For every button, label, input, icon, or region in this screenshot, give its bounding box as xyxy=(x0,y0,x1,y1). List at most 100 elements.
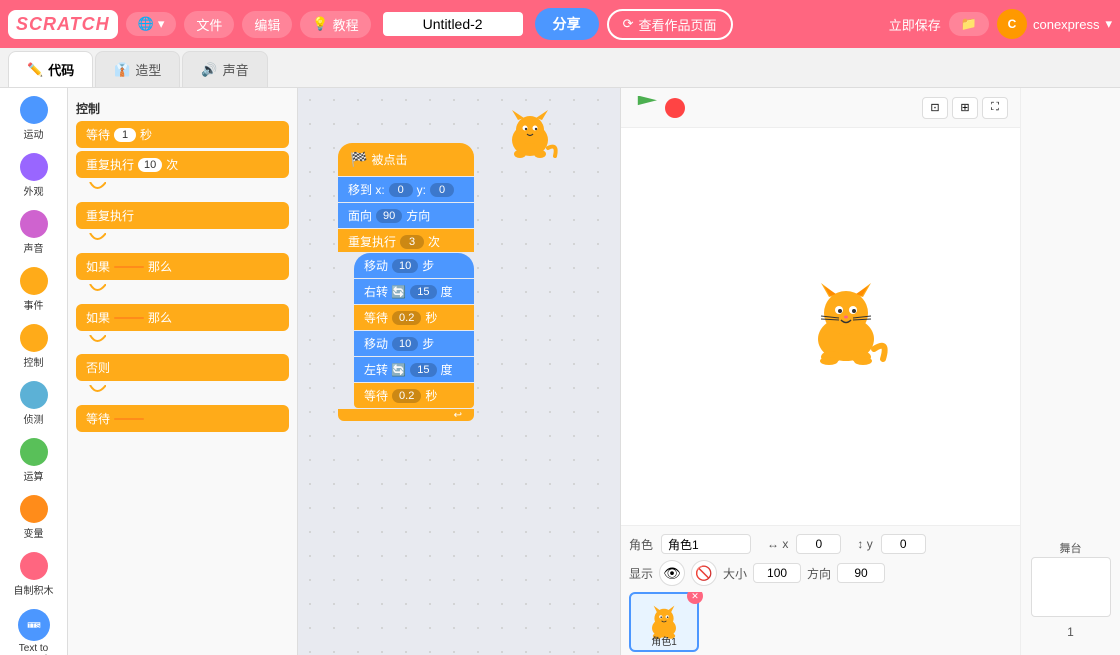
category-sound-label: 声音 xyxy=(24,240,44,255)
goto-x-val[interactable]: 0 xyxy=(389,183,413,197)
view-project-button[interactable]: ⟳ 查看作品页面 xyxy=(607,9,733,40)
tutorial-btn[interactable]: 💡 教程 xyxy=(300,11,370,38)
category-sensing[interactable]: 侦测 xyxy=(3,377,65,430)
stage-info: 角色 ↔ x ↕ y 显示 👁 🚫 大小 方向 ✕ xyxy=(621,525,1020,655)
costume-icon: 👔 xyxy=(114,62,130,78)
stage-fullscreen-btn[interactable]: ⛶ xyxy=(982,97,1008,119)
face-dir-val[interactable]: 90 xyxy=(376,209,402,223)
turn-l-val[interactable]: 15 xyxy=(410,363,436,377)
share-button[interactable]: 分享 xyxy=(535,8,599,40)
globe-menu[interactable]: 🌐 ▾ xyxy=(126,12,177,36)
sprite-delete-btn[interactable]: ✕ xyxy=(687,592,703,604)
if-else-condition[interactable] xyxy=(114,317,144,319)
file-menu[interactable]: 文件 xyxy=(184,11,234,38)
tutorial-icon: 💡 xyxy=(312,16,328,32)
tabs-row: ✏️ 代码 👔 造型 🔊 声音 xyxy=(0,48,1120,88)
tab-sound-label: 声音 xyxy=(223,60,249,79)
project-title-input[interactable] xyxy=(383,12,523,36)
sb-move1[interactable]: 移动 10 步 xyxy=(354,253,474,278)
face-unit: 方向 xyxy=(406,207,430,224)
wait2-unit: 秒 xyxy=(425,387,437,404)
show-eye-button[interactable]: 👁 xyxy=(659,560,685,586)
edit-menu[interactable]: 编辑 xyxy=(242,11,292,38)
sb-face-dir[interactable]: 面向 90 方向 xyxy=(338,203,474,228)
block-forever[interactable]: 重复执行 xyxy=(76,202,289,229)
username-label: conexpress xyxy=(1033,17,1099,32)
y-coord-input[interactable] xyxy=(881,534,926,554)
script-area[interactable]: 🏁 被点击 移到 x: 0 y: 0 面向 90 方向 重复执行 3 次 xyxy=(298,88,620,655)
wait-unit: 秒 xyxy=(140,126,152,143)
goto-y-val[interactable]: 0 xyxy=(430,183,454,197)
tab-sound[interactable]: 🔊 声音 xyxy=(182,51,267,87)
hide-button[interactable]: 🚫 xyxy=(691,560,717,586)
move2-unit: 步 xyxy=(422,335,434,352)
category-variables[interactable]: 变量 xyxy=(3,491,65,544)
looks-circle xyxy=(20,153,48,181)
category-control[interactable]: 控制 xyxy=(3,320,65,373)
green-flag-button[interactable] xyxy=(633,96,657,120)
block-else[interactable]: 否则 xyxy=(76,354,289,381)
move1-val[interactable]: 10 xyxy=(392,259,418,273)
block-wait[interactable]: 等待 1 秒 xyxy=(76,121,289,148)
sprite-thumb-1[interactable]: ✕ 角色1 xyxy=(629,592,699,652)
wait1-val[interactable]: 0.2 xyxy=(392,311,421,325)
size-input[interactable] xyxy=(753,563,801,583)
stage-canvas[interactable] xyxy=(621,128,1020,525)
if-else-label: 如果 xyxy=(86,309,110,326)
dir-label: 方向 xyxy=(807,565,831,582)
category-operators[interactable]: 运算 xyxy=(3,434,65,487)
category-motion[interactable]: 运动 xyxy=(3,92,65,145)
script-blocks: 🏁 被点击 移到 x: 0 y: 0 面向 90 方向 重复执行 3 次 xyxy=(338,143,474,421)
category-custom[interactable]: 自制积木 xyxy=(3,548,65,601)
wait2-val[interactable]: 0.2 xyxy=(392,389,421,403)
sb-goto-xy[interactable]: 移到 x: 0 y: 0 xyxy=(338,177,474,202)
svg-text:TTS: TTS xyxy=(28,623,40,630)
sb-repeat-top[interactable]: 重复执行 3 次 xyxy=(338,229,474,252)
tab-costume[interactable]: 👔 造型 xyxy=(95,51,180,87)
palette-control-title: 控制 xyxy=(76,100,289,117)
if-then: 那么 xyxy=(148,258,172,275)
block-if[interactable]: 如果 那么 xyxy=(76,253,289,280)
sb-turn-right[interactable]: 右转 🔄 15 度 xyxy=(354,279,474,304)
wait1-unit: 秒 xyxy=(425,309,437,326)
category-operators-label: 运算 xyxy=(24,468,44,483)
wait-val[interactable]: 1 xyxy=(114,128,136,142)
turn-r-val[interactable]: 15 xyxy=(410,285,436,299)
save-button[interactable]: 立即保存 xyxy=(889,15,941,34)
sb-move2[interactable]: 移动 10 步 xyxy=(354,331,474,356)
block-if-else[interactable]: 如果 那么 xyxy=(76,304,289,331)
background-thumb[interactable] xyxy=(1031,557,1111,617)
tab-code-label: 代码 xyxy=(48,60,74,79)
move2-val[interactable]: 10 xyxy=(392,337,418,351)
category-sensing-label: 侦测 xyxy=(24,411,44,426)
sb-when-flag[interactable]: 🏁 被点击 xyxy=(338,143,474,176)
tab-code[interactable]: ✏️ 代码 xyxy=(8,51,93,87)
repeat3-val[interactable]: 3 xyxy=(400,235,424,249)
stage-controls: ⊡ ⊞ ⛶ xyxy=(621,88,1020,128)
stop-button[interactable] xyxy=(665,98,685,118)
wait-condition[interactable] xyxy=(114,418,144,420)
stage-small-btn[interactable]: ⊡ xyxy=(922,97,948,119)
block-wait-until[interactable]: 等待 xyxy=(76,405,289,432)
folder-button[interactable]: 📁 xyxy=(949,12,989,36)
category-looks[interactable]: 外观 xyxy=(3,149,65,202)
if-condition[interactable] xyxy=(114,266,144,268)
repeat3-label: 重复执行 xyxy=(348,233,396,250)
category-sound[interactable]: 声音 xyxy=(3,206,65,259)
sb-wait1[interactable]: 等待 0.2 秒 xyxy=(354,305,474,330)
sb-wait2[interactable]: 等待 0.2 秒 xyxy=(354,383,474,408)
forever-label: 重复执行 xyxy=(86,207,134,224)
category-looks-label: 外观 xyxy=(24,183,44,198)
sb-turn-left[interactable]: 左转 🔄 15 度 xyxy=(354,357,474,382)
repeat-val[interactable]: 10 xyxy=(138,158,162,172)
dir-input[interactable] xyxy=(837,563,885,583)
x-coord-input[interactable] xyxy=(796,534,841,554)
category-events-label: 事件 xyxy=(24,297,44,312)
block-repeat[interactable]: 重复执行 10 次 xyxy=(76,151,289,178)
category-events[interactable]: 事件 xyxy=(3,263,65,316)
stage-normal-btn[interactable]: ⊞ xyxy=(952,97,978,119)
sprite-name-input[interactable] xyxy=(661,534,751,554)
repeat3-unit: 次 xyxy=(428,233,440,250)
category-tts[interactable]: TTS Text to Speech xyxy=(3,605,65,655)
variables-circle xyxy=(20,495,48,523)
